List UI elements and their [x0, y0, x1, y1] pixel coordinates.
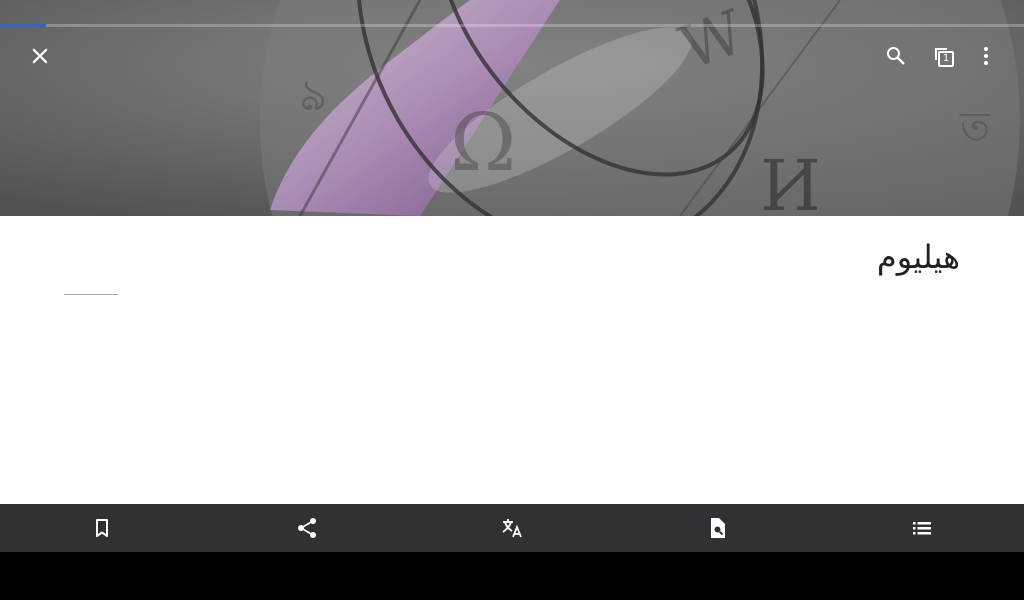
article-content: هيليوم: [0, 216, 1024, 504]
wikipedia-globe-image: Ω И W ত ঌ: [0, 0, 1024, 216]
more-vert-icon: [984, 47, 988, 65]
contents-icon: [912, 522, 931, 535]
page-load-progress-fill: [0, 24, 47, 27]
search-button[interactable]: [876, 36, 916, 76]
more-options-button[interactable]: [966, 36, 1006, 76]
page-load-progress: [0, 24, 1024, 27]
share-icon: [298, 518, 317, 538]
lead-image: Ω И W ত ঌ: [0, 0, 1024, 216]
page-action-bar: [0, 504, 1024, 552]
page-title: هيليوم: [876, 238, 960, 276]
close-button[interactable]: [20, 36, 60, 76]
save-button[interactable]: [0, 504, 205, 552]
search-icon: [887, 47, 905, 65]
close-icon: [32, 48, 48, 64]
translate-icon: [502, 519, 522, 538]
tabs-button[interactable]: 1: [924, 36, 964, 76]
share-button[interactable]: [205, 504, 410, 552]
language-button[interactable]: [410, 504, 615, 552]
tabs-count: 1: [942, 53, 950, 64]
system-navigation-area: [0, 552, 1024, 600]
contents-button[interactable]: [819, 504, 1024, 552]
bookmark-icon: [96, 519, 109, 537]
find-in-page-button[interactable]: [614, 504, 819, 552]
find-in-page-icon: [710, 518, 725, 538]
title-divider: [64, 294, 118, 295]
